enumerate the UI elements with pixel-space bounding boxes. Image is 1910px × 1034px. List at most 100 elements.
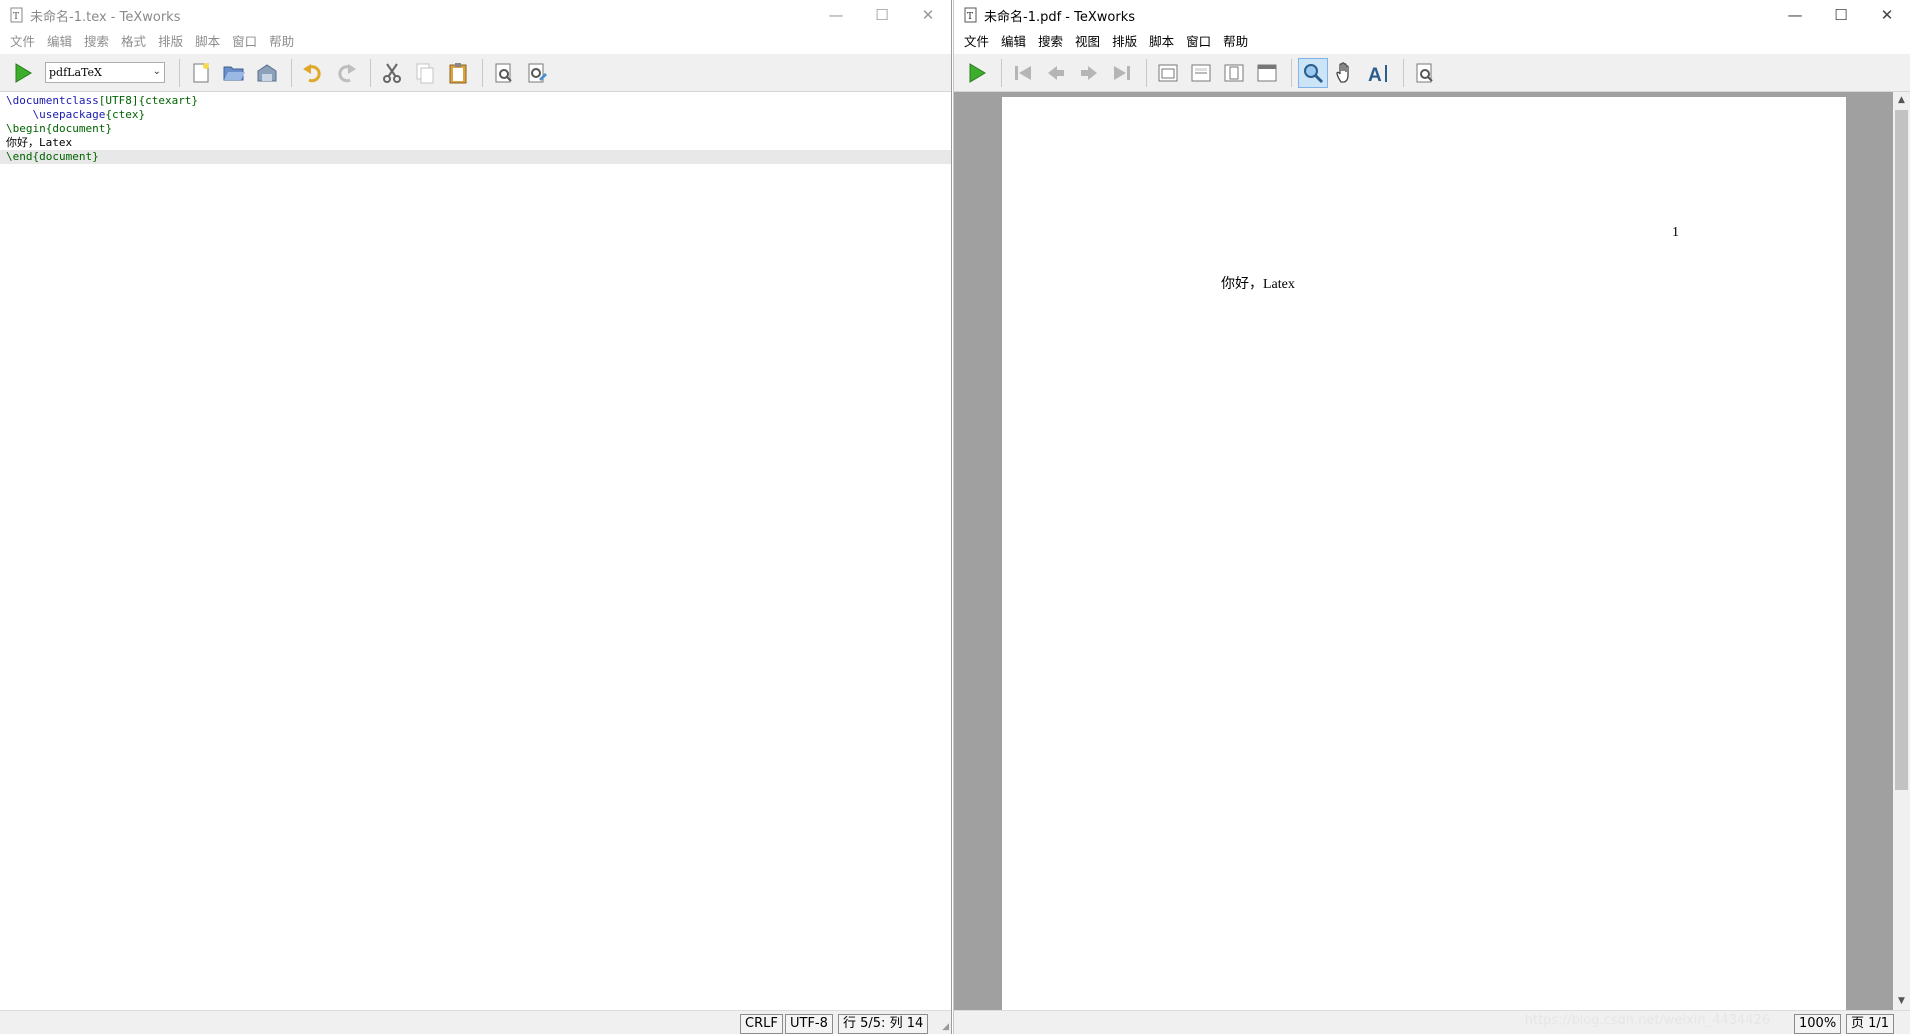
- replace-button[interactable]: [522, 58, 552, 88]
- editor-line: 你好，Latex: [6, 136, 73, 149]
- line-ending-indicator[interactable]: CRLF: [740, 1014, 783, 1034]
- scrollbar-thumb[interactable]: [1895, 110, 1908, 790]
- menu-scripts[interactable]: 脚本: [189, 30, 226, 54]
- cursor-position: 行 5/5: 列 14: [838, 1014, 929, 1034]
- redo-icon: [338, 63, 356, 82]
- find-button[interactable]: [1410, 58, 1440, 88]
- toolbar-separator: [1146, 58, 1147, 87]
- menu-edit[interactable]: 编辑: [41, 30, 78, 54]
- maximize-button[interactable]: ☐: [859, 0, 905, 30]
- select-text-button[interactable]: A: [1364, 58, 1394, 88]
- editor-line: \usepackage{ctex}: [6, 108, 146, 121]
- menu-search[interactable]: 搜索: [1032, 30, 1069, 54]
- pdf-page[interactable]: 1 你好，Latex: [1002, 97, 1846, 1010]
- toolbar-separator: [370, 58, 371, 87]
- fit-page-icon: [1224, 64, 1244, 81]
- typeset-button[interactable]: [8, 58, 38, 88]
- editor-line: \documentclass[UTF8]{ctexart}: [6, 94, 199, 107]
- hand-icon: [1336, 61, 1349, 83]
- previous-page-button[interactable]: [1041, 58, 1071, 88]
- play-icon: [969, 62, 986, 83]
- find-replace-icon: [528, 63, 547, 82]
- encoding-indicator[interactable]: UTF-8: [785, 1014, 833, 1034]
- maximize-button[interactable]: ☐: [1818, 0, 1864, 30]
- editor-line-current: \end{document}: [0, 150, 951, 164]
- scroll-tool-button[interactable]: [1331, 58, 1361, 88]
- toolbar-separator: [1001, 58, 1002, 87]
- minimize-button[interactable]: —: [1772, 0, 1818, 30]
- new-file-button[interactable]: [186, 58, 216, 88]
- save-icon: [257, 63, 277, 81]
- vertical-scrollbar[interactable]: ▲ ▼: [1893, 92, 1910, 1010]
- typeset-button[interactable]: [962, 58, 992, 88]
- pdf-preview-window: T 未命名-1.pdf - TeXworks — ☐ ✕ 文件 编辑 搜索 视图…: [953, 0, 1910, 1034]
- magnifier-icon: [1304, 63, 1324, 83]
- undo-button[interactable]: [298, 58, 328, 88]
- close-button[interactable]: ✕: [1864, 0, 1910, 30]
- scroll-down-icon[interactable]: ▼: [1893, 993, 1910, 1010]
- svg-text:A: A: [1368, 65, 1382, 85]
- menu-bar: 文件 编辑 搜索 视图 排版 脚本 窗口 帮助: [954, 30, 1910, 54]
- engine-select-value: pdfLaTeX: [49, 66, 102, 79]
- watermark: https://blog.csdn.net/weixin_4434426: [1524, 1013, 1770, 1028]
- first-page-button[interactable]: [1008, 58, 1038, 88]
- next-page-button[interactable]: [1074, 58, 1104, 88]
- menu-file[interactable]: 文件: [958, 30, 995, 54]
- menu-window[interactable]: 窗口: [1180, 30, 1217, 54]
- toolbar-separator: [1291, 58, 1292, 87]
- redo-button[interactable]: [331, 58, 361, 88]
- last-page-icon: [1114, 65, 1130, 80]
- title-bar: T 未命名-1.pdf - TeXworks — ☐ ✕: [954, 0, 1910, 30]
- actual-size-button[interactable]: [1153, 58, 1183, 88]
- arrow-left-icon: [1048, 65, 1064, 80]
- menu-typeset[interactable]: 排版: [1106, 30, 1143, 54]
- minimize-button[interactable]: —: [813, 0, 859, 30]
- last-page-button[interactable]: [1107, 58, 1137, 88]
- paste-button[interactable]: [443, 58, 473, 88]
- open-file-button[interactable]: [219, 58, 249, 88]
- fit-width-button[interactable]: [1186, 58, 1216, 88]
- menu-search[interactable]: 搜索: [78, 30, 115, 54]
- menu-file[interactable]: 文件: [4, 30, 41, 54]
- menu-help[interactable]: 帮助: [263, 30, 300, 54]
- fit-window-icon: [1257, 64, 1277, 81]
- window-title: 未命名-1.pdf - TeXworks: [984, 9, 1135, 25]
- cut-button[interactable]: [377, 58, 407, 88]
- fit-page-button[interactable]: [1219, 58, 1249, 88]
- new-document-icon: [193, 62, 209, 82]
- save-button[interactable]: [252, 58, 282, 88]
- undo-icon: [303, 63, 321, 82]
- status-bar: CRLF UTF-8 行 5/5: 列 14 ◢: [0, 1010, 951, 1034]
- tex-source-editor[interactable]: \documentclass[UTF8]{ctexart} \usepackag…: [0, 92, 951, 1010]
- page-number-text: 1: [1672, 225, 1679, 240]
- engine-select[interactable]: pdfLaTeX ⌄: [45, 62, 165, 83]
- menu-edit[interactable]: 编辑: [995, 30, 1032, 54]
- editor-toolbar: pdfLaTeX ⌄: [0, 54, 951, 92]
- toolbar-separator: [291, 58, 292, 87]
- close-button[interactable]: ✕: [905, 0, 951, 30]
- menu-help[interactable]: 帮助: [1217, 30, 1254, 54]
- find-button[interactable]: [489, 58, 519, 88]
- menu-format[interactable]: 格式: [115, 30, 152, 54]
- status-bar: https://blog.csdn.net/weixin_4434426 100…: [954, 1010, 1910, 1034]
- magnify-tool-button[interactable]: [1298, 57, 1328, 88]
- folder-open-icon: [223, 66, 245, 80]
- menu-scripts[interactable]: 脚本: [1143, 30, 1180, 54]
- title-bar: T 未命名-1.tex - TeXworks — ☐ ✕: [0, 0, 951, 30]
- copy-icon: [416, 63, 434, 83]
- window-title: 未命名-1.tex - TeXworks: [30, 9, 181, 25]
- copy-button[interactable]: [410, 58, 440, 88]
- pdf-toolbar: A: [954, 54, 1910, 92]
- menu-window[interactable]: 窗口: [226, 30, 263, 54]
- scroll-up-icon[interactable]: ▲: [1893, 92, 1910, 109]
- editor-line: \begin{document}: [6, 122, 112, 135]
- resize-grip-icon[interactable]: ◢: [942, 1022, 949, 1032]
- menu-view[interactable]: 视图: [1069, 30, 1106, 54]
- fit-width-icon: [1191, 64, 1211, 81]
- pdf-viewport[interactable]: 1 你好，Latex ▲ ▼: [954, 92, 1910, 1010]
- menu-bar: 文件 编辑 搜索 格式 排版 脚本 窗口 帮助: [0, 30, 951, 54]
- scissors-icon: [383, 62, 401, 83]
- menu-typeset[interactable]: 排版: [152, 30, 189, 54]
- find-icon: [1416, 63, 1433, 82]
- fit-window-button[interactable]: [1252, 58, 1282, 88]
